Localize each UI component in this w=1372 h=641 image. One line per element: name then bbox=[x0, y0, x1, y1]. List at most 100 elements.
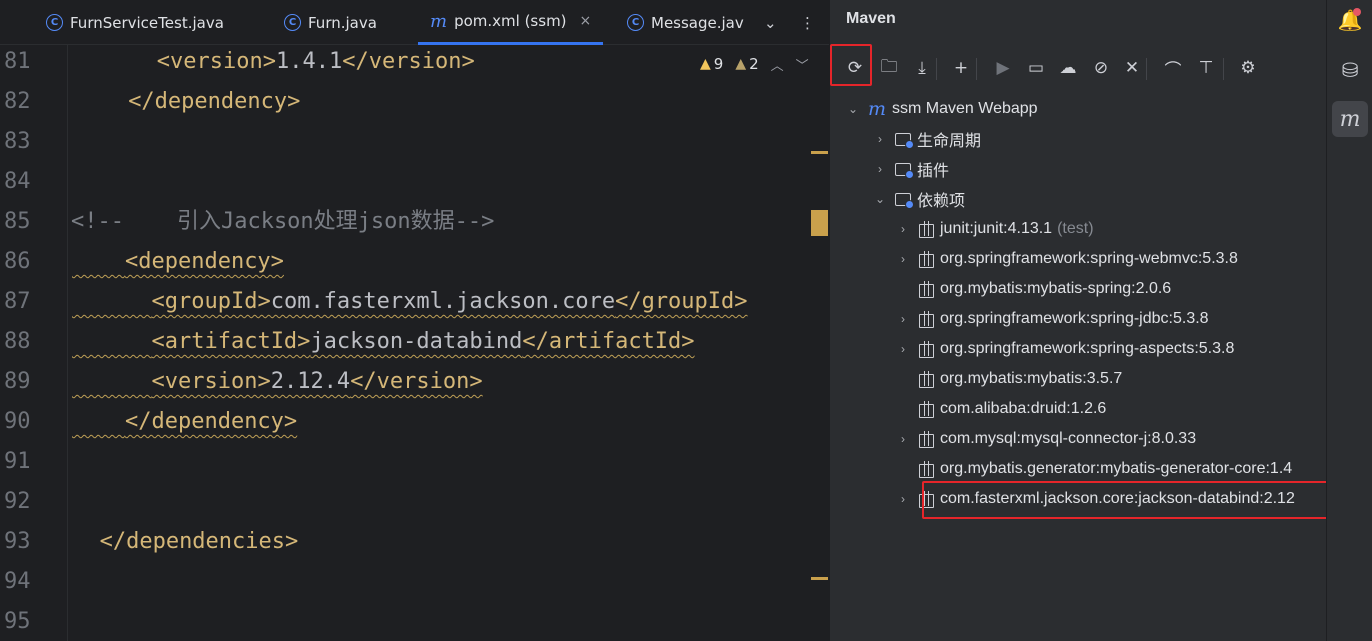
dependency-item[interactable]: › org.springframework:spring-aspects:5.3.… bbox=[896, 334, 1234, 364]
dependency-item[interactable]: › org.springframework:spring-jdbc:5.3.8 bbox=[896, 304, 1209, 334]
code-line[interactable]: <!-- 引入Jackson处理json数据--> bbox=[71, 202, 494, 242]
dependency-item[interactable]: › com.mysql:mysql-connector-j:8.0.33 bbox=[896, 424, 1196, 454]
xml-text: 2.12.4 bbox=[270, 369, 351, 394]
xml-tag: <version> bbox=[151, 369, 271, 394]
xml-text: 1.4.1 bbox=[276, 49, 343, 74]
dependency-item[interactable]: org.mybatis:mybatis-spring:2.0.6 bbox=[896, 274, 1171, 304]
dependency-item[interactable]: › junit:junit:4.13.1 (test) bbox=[896, 214, 1094, 244]
chevron-right-icon[interactable]: › bbox=[896, 312, 910, 326]
chevron-right-icon[interactable]: › bbox=[873, 132, 887, 146]
tab-message[interactable]: C Message.jav bbox=[627, 0, 749, 45]
xml-comment: <!-- 引入Jackson处理json数据--> bbox=[71, 209, 495, 234]
error-stripe-marker[interactable] bbox=[811, 151, 828, 154]
error-stripe-marker[interactable] bbox=[811, 210, 828, 236]
code-line[interactable]: </dependency> bbox=[128, 82, 300, 122]
dependency-label: org.springframework:spring-aspects:5.3.8 bbox=[940, 340, 1235, 357]
tree-node-label: 依赖项 bbox=[917, 193, 966, 210]
java-class-icon: C bbox=[284, 14, 301, 31]
code-editor[interactable]: C FurnServiceTest.java C Furn.java m pom… bbox=[0, 0, 829, 641]
xml-text: jackson-databind bbox=[310, 329, 523, 354]
xml-tag: </dependency> bbox=[124, 409, 298, 434]
settings-icon[interactable]: ⚙ bbox=[1236, 56, 1260, 80]
highlight-box-jackson bbox=[922, 481, 1354, 519]
code-line[interactable]: </dependency> bbox=[72, 402, 297, 442]
tree-node-lifecycle[interactable]: › 生命周期 bbox=[873, 124, 981, 154]
notification-badge bbox=[1353, 8, 1361, 16]
code-line[interactable]: </dependencies> bbox=[100, 522, 299, 562]
add-project-icon[interactable]: + bbox=[949, 56, 973, 80]
dependency-item[interactable]: org.mybatis:mybatis:3.5.7 bbox=[896, 364, 1122, 394]
tab-furn-service-test[interactable]: C FurnServiceTest.java bbox=[46, 0, 224, 45]
tab-furn[interactable]: C Furn.java bbox=[284, 0, 377, 45]
error-stripe-marker[interactable] bbox=[811, 577, 828, 580]
dependency-item[interactable]: org.mybatis.generator:mybatis-generator-… bbox=[896, 454, 1292, 484]
inspection-widget[interactable]: ▲ 9 ▲ 2 ︿ ﹀ bbox=[700, 47, 809, 81]
toolbar-separator bbox=[1146, 58, 1147, 80]
library-icon bbox=[918, 461, 934, 478]
tree-node-label: 生命周期 bbox=[917, 133, 982, 150]
maven-project-icon: m bbox=[868, 98, 887, 120]
tree-node-label: ssm Maven Webapp bbox=[892, 100, 1038, 117]
code-line[interactable]: <groupId>com.fasterxml.jackson.core</gro… bbox=[72, 282, 747, 322]
notifications-icon[interactable]: 🔔 bbox=[1332, 2, 1368, 38]
offline-mode-icon[interactable]: ☁ bbox=[1056, 56, 1080, 80]
warnings-counter[interactable]: ▲ 9 bbox=[700, 55, 723, 73]
maven-tool-icon[interactable]: m bbox=[1332, 101, 1368, 137]
execute-goal-icon[interactable]: ▭ bbox=[1024, 56, 1048, 80]
chevron-right-icon[interactable]: › bbox=[896, 432, 910, 446]
library-icon bbox=[918, 281, 934, 298]
dependency-item[interactable]: › org.springframework:spring-webmvc:5.3.8 bbox=[896, 244, 1238, 274]
tab-label: Message.jav bbox=[651, 13, 744, 32]
folder-icon bbox=[895, 192, 914, 209]
run-goal-icon[interactable]: ▶ bbox=[991, 56, 1015, 80]
library-icon bbox=[918, 251, 934, 268]
dependency-label: org.springframework:spring-webmvc:5.3.8 bbox=[940, 250, 1238, 267]
code-area[interactable]: <version>1.4.1</version> </dependency> <!-… bbox=[70, 45, 810, 641]
xml-tag: <dependency> bbox=[124, 249, 284, 274]
code-line[interactable]: <version>1.4.1</version> bbox=[157, 42, 475, 82]
xml-tag: <artifactId> bbox=[151, 329, 311, 354]
chevron-right-icon[interactable]: › bbox=[873, 162, 887, 176]
chevron-right-icon[interactable]: › bbox=[896, 342, 910, 356]
previous-highlight-icon[interactable]: ︿ bbox=[771, 55, 784, 74]
line-number: 90 bbox=[4, 409, 31, 434]
chevron-down-icon[interactable]: ⌄ bbox=[873, 192, 887, 206]
dependency-item[interactable]: com.alibaba:druid:1.2.6 bbox=[896, 394, 1106, 424]
next-highlight-icon[interactable]: ﹀ bbox=[796, 55, 809, 74]
download-sources-icon[interactable]: ⤓ bbox=[910, 56, 934, 80]
folder-icon bbox=[895, 132, 914, 149]
code-line[interactable]: <dependency> bbox=[72, 242, 284, 282]
chevron-right-icon[interactable]: › bbox=[896, 222, 910, 236]
dependency-label: org.mybatis.generator:mybatis-generator-… bbox=[940, 460, 1293, 477]
collapse-all-icon[interactable]: ✕ bbox=[1120, 56, 1144, 80]
toolbar-separator bbox=[1223, 58, 1224, 80]
xml-tag: <groupId> bbox=[151, 289, 271, 314]
chevron-right-icon[interactable]: › bbox=[896, 252, 910, 266]
database-icon[interactable]: ⛁ bbox=[1332, 52, 1368, 88]
more-vertical-icon[interactable]: ⋮ bbox=[800, 0, 815, 45]
library-icon bbox=[918, 431, 934, 448]
editor-tab-bar: C FurnServiceTest.java C Furn.java m pom… bbox=[0, 0, 829, 45]
chevron-down-icon[interactable]: ⌄ bbox=[846, 102, 860, 116]
right-tool-strip: 🔔 ⛁ m bbox=[1326, 0, 1372, 641]
close-icon[interactable]: × bbox=[580, 13, 592, 29]
skip-tests-icon[interactable]: ⊘ bbox=[1089, 56, 1113, 80]
generate-sources-icon[interactable]: 🗀 bbox=[877, 56, 901, 80]
chevron-right-icon[interactable]: › bbox=[896, 492, 910, 506]
maven-tool-window: Maven ⟳ 🗀 ⤓ + ▶ ▭ ☁ ⊘ ✕ ⌒ ⊤ ⚙ ⌄ m ssm Maven Webapp › 生命… bbox=[829, 0, 1354, 641]
show-dependencies-icon[interactable]: ⌒ bbox=[1161, 56, 1185, 81]
tree-node-dependencies[interactable]: ⌄ 依赖项 bbox=[873, 184, 965, 214]
line-number: 83 bbox=[4, 129, 31, 154]
code-line[interactable]: <artifactId>jackson-databind</artifactId… bbox=[72, 322, 695, 362]
toggle-profile-icon[interactable]: ⊤ bbox=[1194, 56, 1218, 80]
tab-pom-xml[interactable]: m pom.xml (ssm) × bbox=[418, 0, 604, 45]
weak-warnings-counter[interactable]: ▲ 2 bbox=[735, 55, 758, 73]
dependency-scope: (test) bbox=[1057, 220, 1094, 237]
tree-root-project[interactable]: ⌄ m ssm Maven Webapp bbox=[846, 94, 1038, 124]
tab-overflow-chevron-icon[interactable]: ⌄ bbox=[764, 0, 777, 45]
tree-node-plugins[interactable]: › 插件 bbox=[873, 154, 949, 184]
xml-tag: </artifactId> bbox=[522, 329, 695, 354]
code-line[interactable]: <version>2.12.4</version> bbox=[72, 362, 482, 402]
